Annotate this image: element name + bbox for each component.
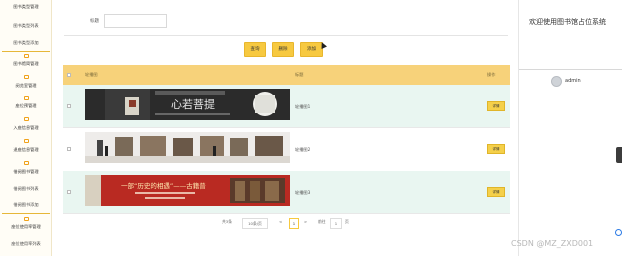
divider <box>64 35 508 36</box>
banner-image <box>85 132 290 163</box>
sidebar-item-seat-out[interactable]: 退座信息管理 <box>0 147 52 153</box>
assist-icon[interactable] <box>615 229 622 236</box>
folder-icon <box>24 117 29 121</box>
next-page-button[interactable]: > <box>304 219 307 229</box>
row-checkbox[interactable] <box>67 147 71 151</box>
row-checkbox[interactable] <box>67 104 71 108</box>
sidebar-divider <box>2 51 50 52</box>
username[interactable]: admin <box>565 78 581 84</box>
row-title: 轮播图2 <box>295 147 311 152</box>
data-table: 轮播图 标题 操作 心若菩提 轮播图1 详情 轮播图2 详情 一部“历史的相遇”… <box>63 65 510 215</box>
current-page[interactable]: 1 <box>289 218 299 229</box>
banner-text: 一部“历史的相遇”——古籍普 <box>121 181 206 190</box>
goto-page-input[interactable]: 1 <box>330 218 342 229</box>
sidebar-item-seat-usage[interactable]: 座位使用率管理 <box>0 224 52 230</box>
detail-button[interactable]: 详情 <box>487 144 505 154</box>
prev-page-button[interactable]: < <box>279 219 282 229</box>
sidebar: 图书类型管理 图书类型列表 图书类型添加 图书馆简管理 阅览室管理 座位预管理 … <box>0 0 52 256</box>
page-size-select[interactable]: 10条/页 <box>242 218 268 229</box>
divider <box>519 69 622 70</box>
banner-text: 心若菩提 <box>171 98 215 111</box>
folder-icon <box>24 161 29 165</box>
banner-image: 心若菩提 <box>85 89 290 120</box>
table-row: 一部“历史的相遇”——古籍普 轮播图3 详情 <box>63 171 510 214</box>
row-title: 轮播图3 <box>295 190 311 195</box>
watermark: CSDN @MZ_ZXD001 <box>511 239 594 248</box>
goto-label: 前往 <box>318 219 326 224</box>
sidebar-item-book-type-list[interactable]: 图书类型列表 <box>0 23 52 29</box>
table-row: 轮播图2 详情 <box>63 128 510 171</box>
sidebar-item-seat-usage-list[interactable]: 座位使用率列表 <box>0 241 52 247</box>
sidebar-item-reading-room[interactable]: 阅览室管理 <box>0 83 52 89</box>
column-header-image: 轮播图 <box>85 72 98 77</box>
folder-icon <box>24 54 29 58</box>
folder-icon <box>24 75 29 79</box>
sidebar-item-library-intro[interactable]: 图书馆简管理 <box>0 61 52 67</box>
folder-icon <box>24 96 29 100</box>
title-search-input[interactable] <box>104 14 167 28</box>
side-toggle-handle[interactable] <box>616 147 622 163</box>
pagination-total: 共3条 <box>222 219 233 224</box>
avatar[interactable] <box>551 76 562 87</box>
detail-button[interactable]: 详情 <box>487 101 505 111</box>
column-header-action: 操作 <box>487 72 496 77</box>
sidebar-item-borrow-list[interactable]: 借阅图书列表 <box>0 186 52 192</box>
goto-suffix: 页 <box>345 219 349 224</box>
select-all-checkbox[interactable] <box>67 73 71 77</box>
right-panel: 欢迎使用图书馆占位系统 admin <box>518 0 622 256</box>
sidebar-item-book-type-manage[interactable]: 图书类型管理 <box>0 4 52 10</box>
sidebar-item-seat-reserve[interactable]: 座位预管理 <box>0 103 52 109</box>
table-header: 轮播图 标题 操作 <box>63 65 510 85</box>
search-label: 标题 <box>90 19 99 24</box>
sidebar-divider <box>2 213 50 214</box>
sidebar-item-seat-in[interactable]: 入座信息管理 <box>0 125 52 131</box>
delete-button[interactable]: 删除 <box>272 42 294 57</box>
banner-image: 一部“历史的相遇”——古籍普 <box>85 175 290 206</box>
row-checkbox[interactable] <box>67 190 71 194</box>
mouse-cursor-icon <box>319 41 327 49</box>
sidebar-item-borrow-add[interactable]: 借阅图书添加 <box>0 202 52 208</box>
welcome-text: 欢迎使用图书馆占位系统 <box>529 18 606 26</box>
sidebar-item-book-type-add[interactable]: 图书类型添加 <box>0 40 52 46</box>
main-content: 标题 查询 删除 添加 轮播图 标题 操作 心若菩提 轮播图1 详情 轮播图2 … <box>52 0 518 256</box>
row-title: 轮播图1 <box>295 104 311 109</box>
table-row: 心若菩提 轮播图1 详情 <box>63 85 510 128</box>
detail-button[interactable]: 详情 <box>487 187 505 197</box>
search-button[interactable]: 查询 <box>244 42 266 57</box>
folder-icon <box>24 139 29 143</box>
folder-icon <box>24 217 29 221</box>
sidebar-item-borrow-manage[interactable]: 借阅图书管理 <box>0 169 52 175</box>
column-header-title: 标题 <box>295 72 304 77</box>
